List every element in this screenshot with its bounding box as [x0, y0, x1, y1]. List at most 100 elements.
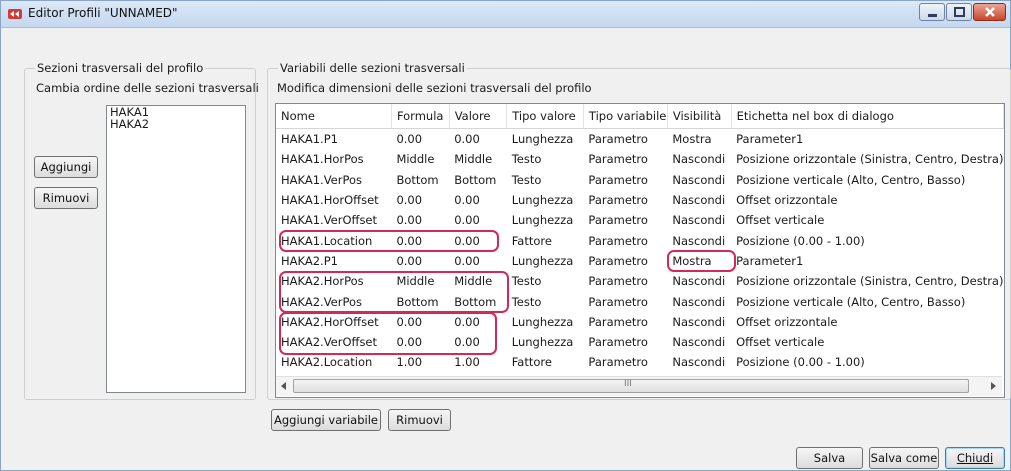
cell-tipo-variabile[interactable]: Parametro [583, 170, 667, 190]
cell-formula[interactable]: 0.00 [391, 190, 449, 210]
cell-valore[interactable]: 1.00 [449, 352, 507, 372]
cell-visibilita[interactable]: Nascondi [667, 190, 731, 210]
cell-formula[interactable]: Middle [391, 149, 449, 169]
cell-valore[interactable]: 0.00 [449, 129, 507, 150]
cell-visibilita[interactable]: Nascondi [667, 210, 731, 230]
maximize-button[interactable] [946, 3, 972, 21]
close-button[interactable]: Chiudi [945, 447, 1005, 469]
cell-tipo-variabile[interactable]: Parametro [583, 190, 667, 210]
cell-formula[interactable]: 1.00 [391, 352, 449, 372]
cell-formula[interactable]: Bottom [391, 170, 449, 190]
cell-valore[interactable]: 0.00 [449, 190, 507, 210]
cell-nome[interactable]: HAKA1.VerOffset [276, 210, 391, 230]
cell-tipo-valore[interactable]: Lunghezza [507, 312, 584, 332]
cell-valore[interactable]: 0.00 [449, 210, 507, 230]
cell-etichetta[interactable]: Parameter1 [731, 251, 1003, 271]
scroll-thumb[interactable]: III [293, 379, 969, 393]
save-button[interactable]: Salva [796, 447, 863, 469]
cell-etichetta[interactable]: Offset verticale [731, 210, 1003, 230]
cell-etichetta[interactable]: Parameter1 [731, 129, 1003, 150]
table-row[interactable]: HAKA1.HorOffset 0.00 0.00 Lunghezza Parametr… [276, 190, 1004, 210]
add-section-button[interactable]: Aggiungi [34, 156, 98, 178]
cell-tipo-variabile[interactable]: Parametro [583, 230, 667, 250]
add-variable-button[interactable]: Aggiungi variabile [271, 409, 381, 431]
cell-tipo-valore[interactable]: Testo [507, 291, 584, 311]
col-header-tipo-valore[interactable]: Tipo valore [506, 104, 584, 129]
scroll-right-icon[interactable] [988, 381, 998, 391]
cell-formula[interactable]: 0.00 [391, 129, 449, 150]
cell-nome[interactable]: HAKA1.HorPos [276, 149, 391, 169]
cell-tipo-variabile[interactable]: Parametro [583, 271, 667, 291]
cell-nome[interactable]: HAKA1.VerPos [276, 170, 391, 190]
cell-visibilita[interactable]: Nascondi [667, 230, 731, 250]
cell-formula[interactable]: 0.00 [391, 251, 449, 271]
cell-etichetta[interactable]: Posizione verticale (Alto, Centro, Basso… [731, 291, 1003, 311]
table-row[interactable]: HAKA1.P1 0.00 0.00 Lunghezza Parametro Mostra… [276, 129, 1004, 150]
cell-tipo-variabile[interactable]: Parametro [583, 129, 667, 150]
cell-valore[interactable]: 0.00 [449, 251, 507, 271]
cell-etichetta[interactable]: Offset verticale [731, 332, 1003, 352]
cell-etichetta[interactable]: Posizione orizzontale (Sinistra, Centro,… [731, 149, 1003, 169]
cell-tipo-valore[interactable]: Testo [507, 149, 584, 169]
cell-visibilita[interactable]: Nascondi [667, 170, 731, 190]
list-item[interactable]: HAKA2 [107, 118, 245, 130]
close-window-button[interactable] [973, 3, 1006, 21]
cell-etichetta[interactable]: Offset orizzontale [731, 190, 1003, 210]
cell-tipo-variabile[interactable]: Parametro [583, 291, 667, 311]
cell-tipo-valore[interactable]: Fattore [507, 230, 584, 250]
col-header-nome[interactable]: Nome [276, 104, 392, 129]
scroll-left-icon[interactable] [279, 381, 289, 391]
cell-tipo-valore[interactable]: Fattore [507, 352, 584, 372]
col-header-visibilita[interactable]: Visibilità [667, 104, 732, 129]
cell-tipo-variabile[interactable]: Parametro [583, 149, 667, 169]
remove-section-button[interactable]: Rimuovi [34, 187, 98, 209]
cell-tipo-valore[interactable]: Lunghezza [507, 129, 584, 150]
cell-nome[interactable]: HAKA1.HorOffset [276, 190, 391, 210]
cell-formula[interactable]: 0.00 [391, 210, 449, 230]
col-header-valore[interactable]: Valore [449, 104, 508, 129]
table-row[interactable]: HAKA1.VerPos Bottom Bottom Testo Parametro Na… [276, 170, 1004, 190]
cell-nome[interactable]: HAKA2.P1 [276, 251, 391, 271]
cell-tipo-variabile[interactable]: Parametro [583, 251, 667, 271]
cell-etichetta[interactable]: Offset orizzontale [731, 312, 1003, 332]
save-as-button[interactable]: Salva come [869, 447, 939, 469]
table-row[interactable]: HAKA1.HorPos Middle Middle Testo Parametro Na… [276, 149, 1004, 169]
cell-etichetta[interactable]: Posizione (0.00 - 1.00) [731, 352, 1003, 372]
col-header-formula[interactable]: Formula [391, 104, 450, 129]
col-header-tipo-variabile[interactable]: Tipo variabile [583, 104, 668, 129]
cell-tipo-valore[interactable]: Lunghezza [507, 210, 584, 230]
cell-nome[interactable]: HAKA1.P1 [276, 129, 391, 150]
table-row[interactable]: HAKA2.P1 0.00 0.00 Lunghezza Parametro Mostra… [276, 251, 1004, 271]
table-row[interactable]: HAKA2.Location 1.00 1.00 Fattore Parametro Na… [276, 352, 1004, 372]
cell-visibilita[interactable]: Nascondi [667, 352, 731, 372]
horizontal-scrollbar[interactable]: III [276, 376, 1002, 396]
cell-tipo-valore[interactable]: Testo [507, 271, 584, 291]
cell-etichetta[interactable]: Posizione (0.00 - 1.00) [731, 230, 1003, 250]
cell-tipo-valore[interactable]: Testo [507, 170, 584, 190]
cell-tipo-variabile[interactable]: Parametro [583, 352, 667, 372]
cell-tipo-valore[interactable]: Lunghezza [507, 190, 584, 210]
cell-visibilita[interactable]: Nascondi [667, 271, 731, 291]
cell-valore[interactable]: Bottom [449, 170, 507, 190]
minimize-button[interactable] [919, 3, 945, 21]
remove-variable-button[interactable]: Rimuovi [388, 409, 451, 431]
col-header-etichetta[interactable]: Etichetta nel box di dialogo [731, 104, 1004, 129]
cell-etichetta[interactable]: Posizione verticale (Alto, Centro, Basso… [731, 170, 1003, 190]
sections-list[interactable]: HAKA1 HAKA2 [106, 105, 246, 393]
cell-visibilita[interactable]: Nascondi [667, 291, 731, 311]
cell-tipo-variabile[interactable]: Parametro [583, 332, 667, 352]
cell-valore[interactable]: Middle [449, 149, 507, 169]
cell-etichetta[interactable]: Posizione orizzontale (Sinistra, Centro,… [731, 271, 1003, 291]
cell-visibilita[interactable]: Mostra [667, 129, 731, 150]
cell-visibilita[interactable]: Nascondi [667, 312, 731, 332]
variables-table[interactable]: Nome Formula Valore Tipo valore Tipo var… [275, 103, 1005, 398]
cell-tipo-variabile[interactable]: Parametro [583, 210, 667, 230]
cell-visibilita[interactable]: Nascondi [667, 149, 731, 169]
cell-tipo-valore[interactable]: Lunghezza [507, 251, 584, 271]
cell-visibilita[interactable]: Nascondi [667, 332, 731, 352]
table-row[interactable]: HAKA1.VerOffset 0.00 0.00 Lunghezza Parametr… [276, 210, 1004, 230]
cell-tipo-variabile[interactable]: Parametro [583, 312, 667, 332]
cell-nome[interactable]: HAKA2.Location [276, 352, 391, 372]
cell-tipo-valore[interactable]: Lunghezza [507, 332, 584, 352]
title-bar[interactable]: Editor Profili "UNNAMED" [1, 1, 1010, 28]
